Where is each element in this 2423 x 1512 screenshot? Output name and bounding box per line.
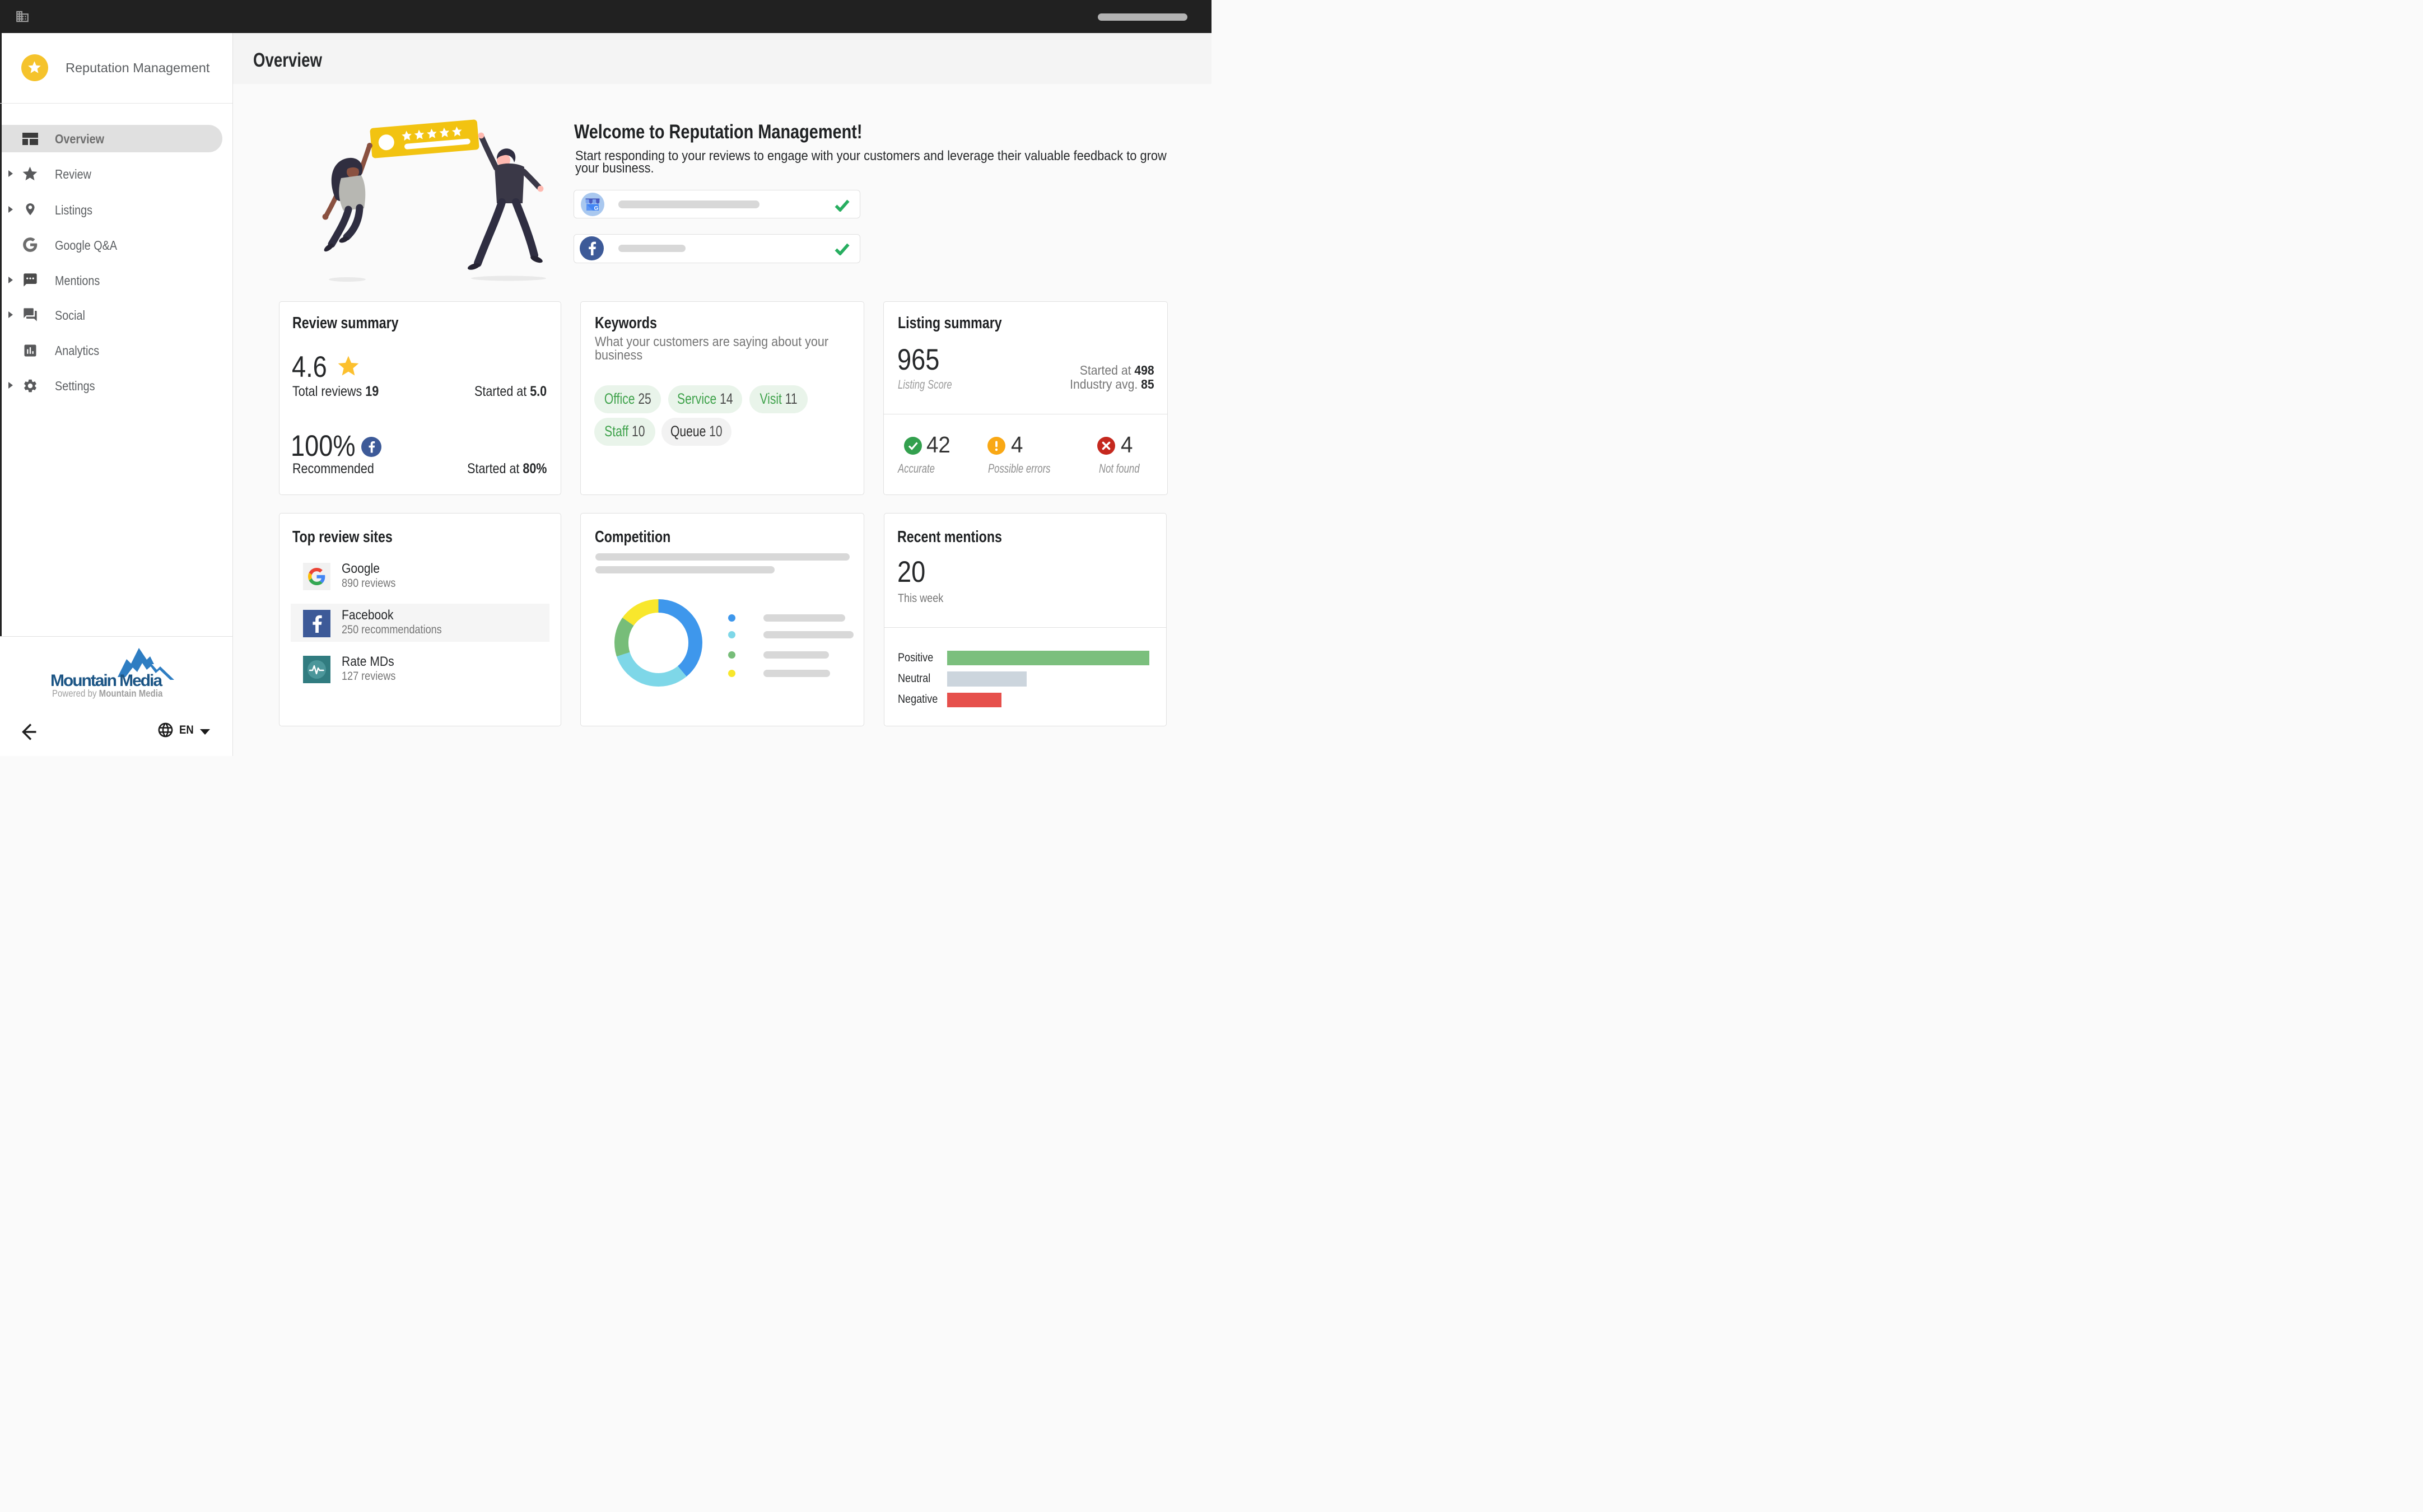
svg-text:G: G (594, 205, 598, 211)
